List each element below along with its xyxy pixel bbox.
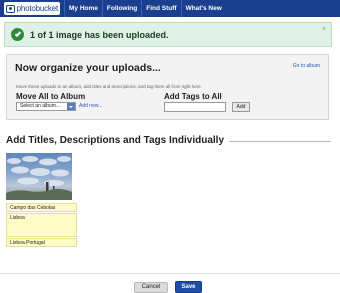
chevron-down-icon — [67, 103, 75, 110]
upload-success-message: 1 of 1 image has been uploaded. — [30, 29, 169, 40]
move-all-heading: Move All to Album — [16, 92, 86, 101]
nav-following[interactable]: Following — [101, 0, 141, 17]
individual-section-heading: Add Titles, Descriptions and Tags Indivi… — [6, 135, 225, 146]
nav-find-stuff[interactable]: Find Stuff — [141, 0, 180, 17]
logo-text: photobucket — [16, 4, 59, 13]
organize-title: Now organize your uploads... — [15, 62, 161, 74]
cancel-button[interactable]: Cancel — [134, 282, 168, 293]
organize-description: Move these uploads to an album, add titl… — [16, 84, 202, 89]
nav-my-home[interactable]: My Home — [64, 0, 102, 17]
organize-uploads-panel: Now organize your uploads... Go to album… — [6, 54, 329, 120]
photo-description-field[interactable]: Lisboa — [6, 213, 77, 237]
close-icon[interactable]: × — [322, 26, 326, 33]
go-to-album-link[interactable]: Go to album — [293, 63, 320, 69]
section-divider — [229, 141, 331, 142]
upload-success-banner: 1 of 1 image has been uploaded. × — [4, 22, 332, 47]
uploaded-photo-thumbnail[interactable] — [6, 153, 72, 200]
footer-divider — [0, 273, 340, 274]
check-circle-icon — [11, 28, 24, 41]
photo-title-field[interactable]: Campo das Cebolas — [6, 203, 77, 212]
photobucket-logo[interactable]: photobucket — [4, 2, 60, 15]
nav-whats-new[interactable]: What's New — [180, 0, 226, 17]
main-nav: My Home Following Find Stuff What's New — [64, 0, 226, 17]
add-tags-heading: Add Tags to All — [164, 92, 222, 101]
add-tags-button[interactable]: Add — [232, 102, 250, 112]
album-select-value: Select an album... — [20, 103, 61, 109]
photo-tags-field[interactable]: Lisboa Portugal — [6, 238, 77, 247]
photobucket-logo-icon — [6, 4, 15, 13]
add-new-album-link[interactable]: Add new... — [79, 103, 102, 109]
top-nav-bar: photobucket My Home Following Find Stuff… — [0, 0, 340, 17]
album-select[interactable]: Select an album... — [16, 102, 76, 111]
tags-input[interactable] — [164, 102, 226, 112]
save-button[interactable]: Save — [175, 281, 202, 293]
